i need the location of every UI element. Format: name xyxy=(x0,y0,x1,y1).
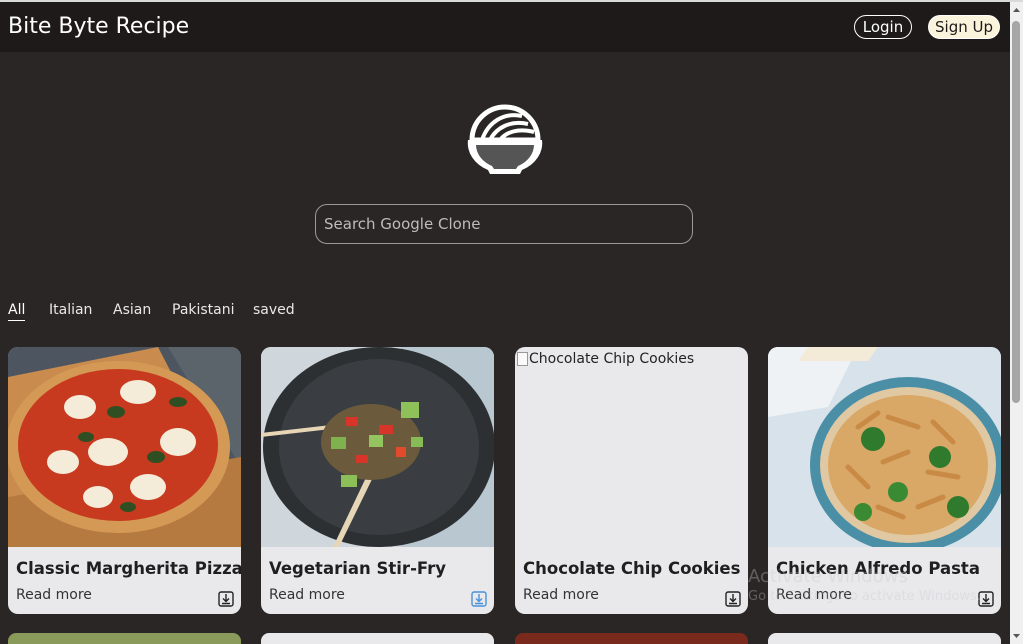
bowl-logo-icon xyxy=(467,104,543,174)
recipe-image[interactable] xyxy=(8,347,241,547)
search-input[interactable] xyxy=(315,204,693,244)
tab-asian[interactable]: Asian xyxy=(113,302,151,318)
tab-italian[interactable]: Italian xyxy=(49,302,92,318)
recipe-image[interactable] xyxy=(261,347,494,547)
recipe-card-partial[interactable] xyxy=(261,633,494,644)
read-more-link[interactable]: Read more xyxy=(776,587,852,603)
recipe-card[interactable]: Chocolate Chip Cookies Chocolate Chip Co… xyxy=(515,347,748,614)
recipe-card-partial[interactable] xyxy=(515,633,748,644)
recipe-card-partial[interactable] xyxy=(8,633,241,644)
recipe-card[interactable]: Classic Margherita Pizza Read more xyxy=(8,347,241,614)
scroll-up-arrow-icon[interactable] xyxy=(1010,4,1023,16)
recipe-title: Chicken Alfredo Pasta xyxy=(776,559,980,578)
tab-pakistani[interactable]: Pakistani xyxy=(172,302,235,318)
tab-all[interactable]: All xyxy=(8,302,26,321)
signup-button[interactable]: Sign Up xyxy=(928,15,1000,39)
save-icon[interactable] xyxy=(978,591,994,607)
tab-saved[interactable]: saved xyxy=(253,302,295,318)
recipe-title: Classic Margherita Pizza xyxy=(16,559,241,578)
save-icon[interactable] xyxy=(471,591,487,607)
scrollbar-thumb[interactable] xyxy=(1012,21,1020,403)
save-icon[interactable] xyxy=(218,591,234,607)
scroll-down-arrow-icon[interactable] xyxy=(1010,630,1023,642)
recipe-image-broken[interactable]: Chocolate Chip Cookies xyxy=(515,347,748,547)
recipe-card[interactable]: Vegetarian Stir-Fry Read more xyxy=(261,347,494,614)
recipe-card[interactable]: Chicken Alfredo Pasta Read more xyxy=(768,347,1001,614)
recipe-title: Vegetarian Stir-Fry xyxy=(269,559,447,578)
save-icon[interactable] xyxy=(725,591,741,607)
read-more-link[interactable]: Read more xyxy=(16,587,92,603)
recipe-title: Chocolate Chip Cookies xyxy=(523,559,741,578)
login-button[interactable]: Login xyxy=(854,15,912,39)
recipe-image[interactable] xyxy=(768,347,1001,547)
navbar: Bite Byte Recipe Login Sign Up xyxy=(0,2,1010,52)
recipe-card-partial[interactable] xyxy=(768,633,1001,644)
read-more-link[interactable]: Read more xyxy=(523,587,599,603)
vertical-scrollbar[interactable] xyxy=(1010,2,1023,644)
read-more-link[interactable]: Read more xyxy=(269,587,345,603)
image-alt-text: Chocolate Chip Cookies xyxy=(515,351,694,367)
brand-title[interactable]: Bite Byte Recipe xyxy=(8,14,189,39)
